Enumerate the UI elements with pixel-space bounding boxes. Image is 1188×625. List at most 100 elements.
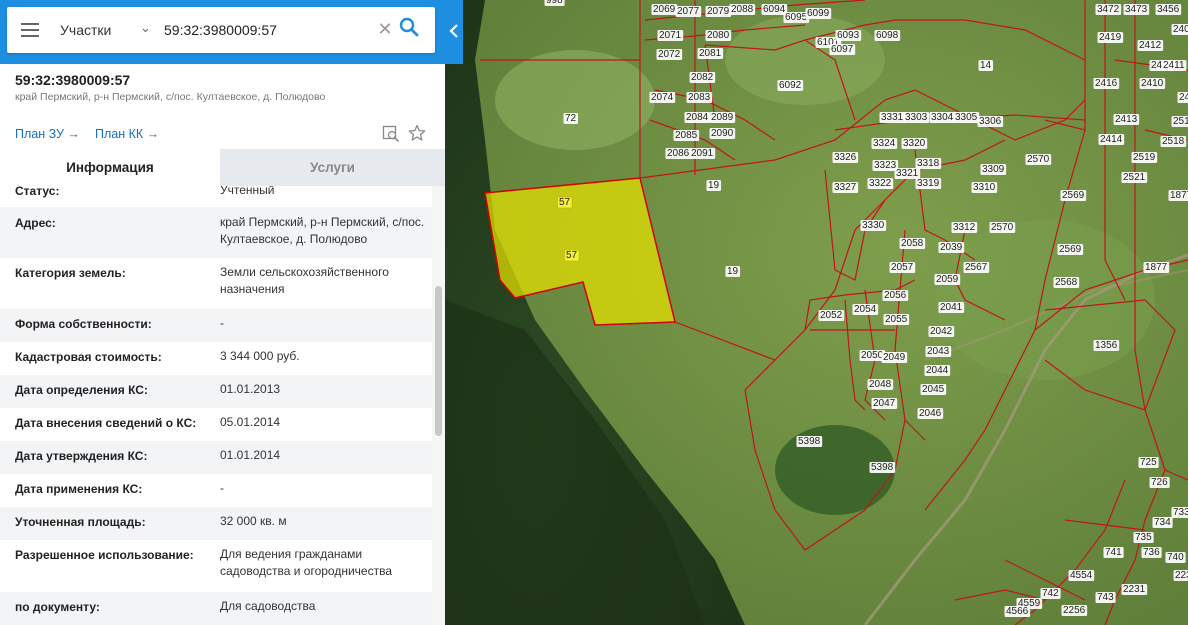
parcel-label[interactable]: 3305 (955, 112, 978, 123)
parcel-label[interactable]: 2518 (1162, 136, 1185, 147)
parcel-label[interactable]: 2414 (1100, 134, 1123, 145)
selected-parcel-label[interactable]: 57 (559, 197, 571, 208)
parcel-label[interactable]: 19 (708, 180, 720, 191)
parcel-label[interactable]: 3320 (903, 138, 926, 149)
parcel-label[interactable]: 3456 (1157, 4, 1180, 15)
parcel-label[interactable]: 2044 (926, 365, 949, 376)
search-input[interactable] (164, 17, 364, 43)
selected-parcel-label[interactable]: 57 (566, 250, 578, 261)
parcel-label[interactable]: 3310 (973, 182, 996, 193)
parcel-label[interactable]: 2043 (927, 346, 950, 357)
parcel-label[interactable]: 2086 (667, 148, 690, 159)
parcel-label[interactable]: 2056 (884, 290, 907, 301)
parcel-label[interactable]: 742 (1042, 588, 1059, 599)
parcel-label[interactable]: 1877 (1170, 190, 1188, 201)
parcel-label[interactable]: 2570 (991, 222, 1014, 233)
parcel-label[interactable]: 2521 (1123, 172, 1146, 183)
parcel-label[interactable]: 2057 (891, 262, 914, 273)
parcel-label[interactable]: 2080 (707, 30, 730, 41)
parcel-label[interactable]: 2079 (707, 6, 730, 17)
tab-info[interactable]: Информация (0, 149, 220, 186)
parcel-label[interactable]: 2418 (1179, 92, 1188, 103)
close-icon[interactable]: ✕ (375, 18, 395, 40)
parcel-label[interactable]: 998 (546, 0, 563, 6)
parcel-label[interactable]: 2081 (699, 48, 722, 59)
parcel-label[interactable]: 2091 (691, 148, 714, 159)
plan-kk-link[interactable]: План КК → (95, 127, 159, 141)
parcel-label[interactable]: 1356 (1095, 340, 1118, 351)
parcel-label[interactable]: 2039 (940, 242, 963, 253)
parcel-label[interactable]: 2570 (1027, 154, 1050, 165)
parcel-label[interactable]: 3322 (869, 178, 892, 189)
parcel-label[interactable]: 736 (1143, 547, 1160, 558)
parcel-label[interactable]: 2410 (1141, 78, 1164, 89)
parcel-label[interactable]: 6093 (837, 30, 860, 41)
parcel-label[interactable]: 3327 (834, 182, 857, 193)
parcel-label[interactable]: 2085 (675, 130, 698, 141)
parcel-label[interactable]: 2042 (930, 326, 953, 337)
parcel-label[interactable]: 2069 (653, 4, 676, 15)
scroll-thumb[interactable] (435, 286, 442, 436)
parcel-label[interactable]: 2052 (820, 310, 843, 321)
parcel-label[interactable]: 6098 (876, 30, 899, 41)
search-icon[interactable] (399, 17, 423, 43)
parcel-label[interactable]: 19 (727, 266, 739, 277)
parcel-label[interactable]: 6099 (807, 8, 830, 19)
parcel-label[interactable]: 6094 (763, 4, 786, 15)
parcel-label[interactable]: 5398 (871, 462, 894, 473)
parcel-label[interactable]: 6097 (831, 44, 854, 55)
parcel-label[interactable]: 2055 (885, 314, 908, 325)
menu-icon[interactable] (21, 23, 39, 37)
parcel-label[interactable]: 2517 (1173, 116, 1188, 127)
parcel-label[interactable]: 2045 (922, 384, 945, 395)
parcel-label[interactable]: 2083 (688, 92, 711, 103)
parcel-label[interactable]: 3326 (834, 152, 857, 163)
parcel-label[interactable]: 2048 (869, 379, 892, 390)
collapse-panel-button[interactable] (445, 0, 463, 64)
parcel-label[interactable]: 2089 (711, 112, 734, 123)
parcel-label[interactable]: 2049 (883, 352, 906, 363)
parcel-label[interactable]: 2058 (901, 238, 924, 249)
parcel-label[interactable]: 733 (1173, 507, 1188, 518)
parcel-label[interactable]: 2050 (861, 350, 884, 361)
parcel-label[interactable]: 2569 (1062, 190, 1085, 201)
parcel-label[interactable]: 2568 (1055, 277, 1078, 288)
map-search-icon[interactable] (382, 125, 400, 148)
parcel-label[interactable]: 2074 (651, 92, 674, 103)
parcel-label[interactable]: 2407 (1173, 24, 1188, 35)
parcel-label[interactable]: 3319 (917, 178, 940, 189)
parcel-label[interactable]: 3331 (881, 112, 904, 123)
parcel-label[interactable]: 741 (1105, 547, 1122, 558)
parcel-label[interactable]: 735 (1135, 532, 1152, 543)
parcel-label[interactable]: 2054 (854, 304, 877, 315)
parcel-label[interactable]: 3309 (982, 164, 1005, 175)
search-type-select[interactable]: Участки (60, 22, 111, 38)
parcel-label[interactable]: 740 (1167, 552, 1184, 563)
parcel-label[interactable]: 2071 (659, 30, 682, 41)
parcel-label[interactable]: 2416 (1095, 78, 1118, 89)
parcel-label[interactable]: 3321 (896, 168, 919, 179)
parcel-label[interactable]: 743 (1097, 592, 1114, 603)
parcel-label[interactable]: 2419 (1099, 32, 1122, 43)
parcel-label[interactable]: 2569 (1059, 244, 1082, 255)
parcel-label[interactable]: 3303 (905, 112, 928, 123)
parcel-label[interactable]: 2256 (1063, 605, 1086, 616)
parcel-label[interactable]: 5398 (798, 436, 821, 447)
parcel-label[interactable]: 726 (1151, 477, 1168, 488)
parcel-label[interactable]: 2411 (1163, 60, 1185, 71)
star-icon[interactable] (408, 124, 426, 147)
parcel-label[interactable]: 3473 (1125, 4, 1148, 15)
parcel-label[interactable]: 14 (980, 60, 992, 71)
parcel-label[interactable]: 2084 (686, 112, 709, 123)
parcel-label[interactable]: 734 (1154, 517, 1171, 528)
parcel-label[interactable]: 3324 (873, 138, 896, 149)
parcel-label[interactable]: 2412 (1139, 40, 1162, 51)
parcel-label[interactable]: 2567 (965, 262, 988, 273)
parcel-label[interactable]: 2231 (1123, 584, 1146, 595)
parcel-label[interactable]: 72 (565, 113, 577, 124)
parcel-label[interactable]: 3306 (979, 116, 1002, 127)
parcel-label[interactable]: 3472 (1097, 4, 1120, 15)
parcel-label[interactable]: 6092 (779, 80, 802, 91)
parcel-label[interactable]: 2047 (873, 398, 896, 409)
parcel-label[interactable]: 2519 (1133, 152, 1156, 163)
